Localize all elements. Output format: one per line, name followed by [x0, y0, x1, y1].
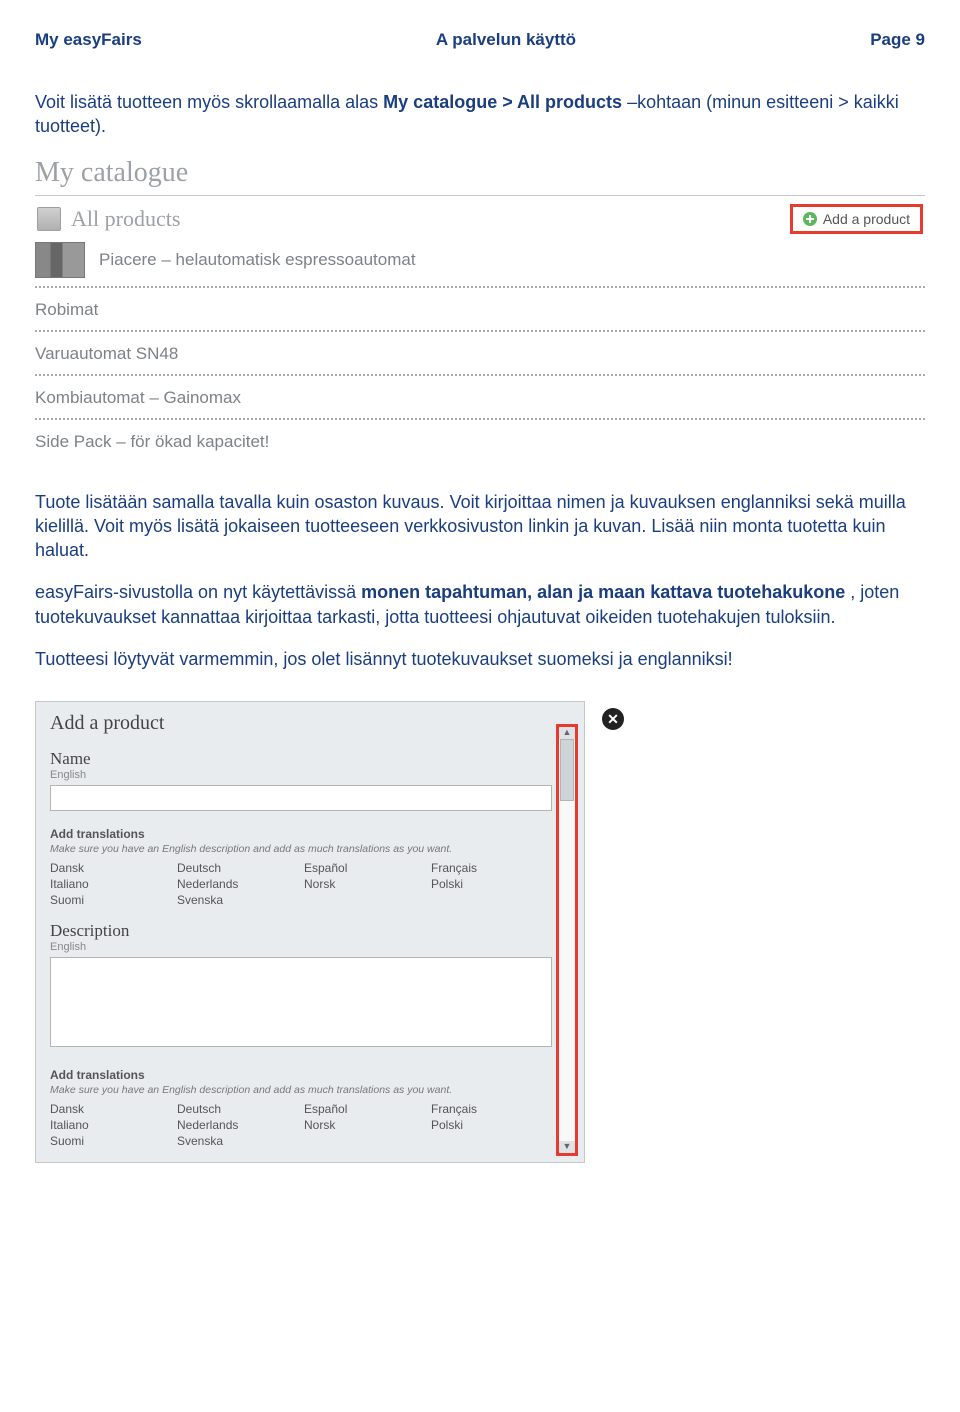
english-sublabel-2: English — [50, 941, 552, 953]
scroll-thumb[interactable] — [560, 739, 574, 801]
product-thumbnail — [35, 242, 85, 278]
product-row[interactable]: Varuautomat SN48 — [35, 338, 925, 372]
body-p2-bold: monen tapahtuman, alan ja maan kattava t… — [361, 582, 845, 602]
modal-scrollbar[interactable]: ▲ ▼ — [556, 724, 578, 1156]
scroll-up-icon[interactable]: ▲ — [559, 727, 575, 739]
lang-deutsch[interactable]: Deutsch — [177, 861, 298, 875]
body-paragraph-2: easyFairs-sivustolla on nyt käytettäviss… — [35, 580, 925, 629]
intro-bold-path: My catalogue > All products — [383, 92, 622, 112]
lang-svenska[interactable]: Svenska — [177, 1134, 298, 1148]
lang-deutsch[interactable]: Deutsch — [177, 1102, 298, 1116]
lang-polski[interactable]: Polski — [431, 1118, 552, 1132]
products-icon — [37, 207, 61, 231]
divider — [35, 330, 925, 332]
modal-inner: Add a product Name English Add translati… — [40, 706, 580, 1158]
body-paragraph-3: Tuotteesi löytyvät varmemmin, jos olet l… — [35, 647, 925, 671]
product-row[interactable]: Piacere – helautomatisk espressoautomat — [35, 238, 925, 284]
lang-svenska[interactable]: Svenska — [177, 893, 298, 907]
add-translations-label: Add translations — [50, 827, 552, 841]
lang-francais[interactable]: Français — [431, 1102, 552, 1116]
page-header: My easyFairs A palvelun käyttö Page 9 — [35, 30, 925, 50]
name-field[interactable] — [50, 785, 552, 811]
description-field[interactable] — [50, 957, 552, 1047]
name-section-label: Name — [50, 749, 552, 769]
add-product-label: Add a product — [823, 211, 910, 227]
lang-suomi[interactable]: Suomi — [50, 893, 171, 907]
all-products-label: All products — [71, 206, 180, 232]
description-section-label: Description — [50, 921, 552, 941]
lang-dansk[interactable]: Dansk — [50, 861, 171, 875]
divider — [35, 286, 925, 288]
lang-francais[interactable]: Français — [431, 861, 552, 875]
product-row[interactable]: Side Pack – för ökad kapacitet! — [35, 426, 925, 460]
scroll-down-icon[interactable]: ▼ — [559, 1141, 575, 1153]
divider — [35, 374, 925, 376]
lang-norsk[interactable]: Norsk — [304, 877, 425, 891]
catalogue-panel: My catalogue All products Add a product … — [35, 157, 925, 460]
translations-hint-2: Make sure you have an English descriptio… — [50, 1084, 552, 1096]
lang-polski[interactable]: Polski — [431, 877, 552, 891]
divider — [35, 418, 925, 420]
lang-espanol[interactable]: Español — [304, 861, 425, 875]
lang-italiano[interactable]: Italiano — [50, 877, 171, 891]
product-name: Piacere – helautomatisk espressoautomat — [99, 250, 416, 270]
language-grid-1: Dansk Deutsch Español Français Italiano … — [50, 861, 552, 907]
catalogue-title: My catalogue — [35, 157, 925, 196]
lang-dansk[interactable]: Dansk — [50, 1102, 171, 1116]
body-paragraph-1: Tuote lisätään samalla tavalla kuin osas… — [35, 490, 925, 563]
product-row[interactable]: Robimat — [35, 294, 925, 328]
add-translations-label-2: Add translations — [50, 1068, 552, 1082]
language-grid-2: Dansk Deutsch Español Français Italiano … — [50, 1102, 552, 1148]
product-row[interactable]: Kombiautomat – Gainomax — [35, 382, 925, 416]
header-right: Page 9 — [870, 30, 925, 50]
lang-suomi[interactable]: Suomi — [50, 1134, 171, 1148]
lang-espanol[interactable]: Español — [304, 1102, 425, 1116]
header-left: My easyFairs — [35, 30, 142, 50]
intro-paragraph: Voit lisätä tuotteen myös skrollaamalla … — [35, 90, 925, 139]
translations-hint: Make sure you have an English descriptio… — [50, 843, 552, 855]
lang-nederlands[interactable]: Nederlands — [177, 1118, 298, 1132]
lang-norsk[interactable]: Norsk — [304, 1118, 425, 1132]
add-product-button[interactable]: Add a product — [790, 204, 923, 234]
close-icon[interactable]: ✕ — [602, 708, 624, 730]
modal-title: Add a product — [50, 712, 552, 735]
all-products-left: All products — [37, 206, 180, 232]
add-product-modal: ✕ ▲ ▼ Add a product Name English Add tra… — [35, 701, 585, 1163]
lang-italiano[interactable]: Italiano — [50, 1118, 171, 1132]
plus-icon — [803, 212, 817, 226]
body-p2-before: easyFairs-sivustolla on nyt käytettäviss… — [35, 582, 361, 602]
lang-nederlands[interactable]: Nederlands — [177, 877, 298, 891]
header-center: A palvelun käyttö — [436, 30, 576, 50]
all-products-row: All products Add a product — [35, 202, 925, 238]
english-sublabel: English — [50, 769, 552, 781]
intro-before: Voit lisätä tuotteen myös skrollaamalla … — [35, 92, 383, 112]
